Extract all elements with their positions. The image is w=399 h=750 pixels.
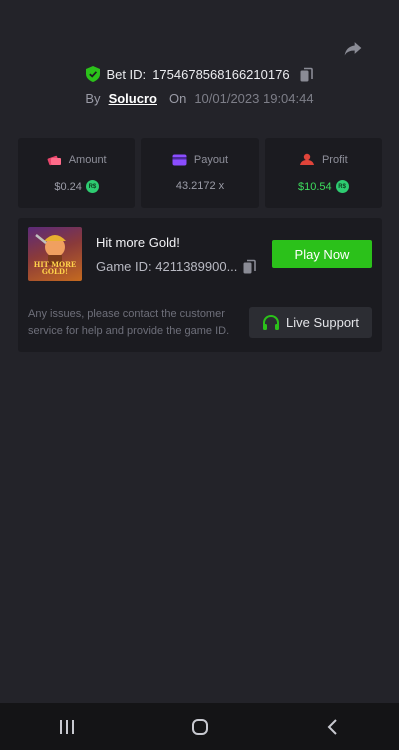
share-icon[interactable]: [342, 38, 364, 58]
recent-apps-button[interactable]: [47, 712, 87, 742]
profit-label: Profit: [321, 153, 348, 166]
back-button[interactable]: [313, 712, 353, 742]
by-label: By: [85, 91, 101, 106]
amount-stat: Amount $0.24 R$: [18, 138, 136, 208]
on-label: On: [168, 91, 187, 106]
copy-icon[interactable]: [300, 67, 313, 82]
bet-stats: Amount $0.24 R$ Payout 43.2172 x Profit: [18, 138, 382, 208]
live-support-label: Live Support: [286, 315, 359, 330]
currency-coin-icon: R$: [85, 180, 99, 193]
recent-apps-icon: [59, 719, 74, 734]
amount-label: Amount: [68, 153, 107, 166]
live-support-button[interactable]: Live Support: [249, 307, 372, 338]
bet-id-label: Bet ID:: [106, 66, 147, 82]
game-thumbnail-title: HIT MORE GOLD!: [33, 260, 77, 276]
system-nav-bar: [0, 703, 399, 750]
copy-icon[interactable]: [243, 259, 257, 274]
game-id-row: Game ID: 4211389900...: [96, 259, 257, 274]
amount-value: $0.24: [54, 180, 82, 193]
bet-id-row: Bet ID: 1754678568166210176: [0, 66, 399, 82]
support-notice: Any issues, please contact the customer …: [28, 308, 230, 337]
headset-icon: [263, 314, 279, 330]
payout-stat: Payout 43.2172 x: [141, 138, 259, 208]
bet-meta-row: By Solucro On 10/01/2023 19:04:44: [0, 91, 399, 106]
home-icon: [191, 718, 208, 735]
currency-coin-icon: R$: [335, 180, 349, 193]
shield-check-icon: [86, 66, 101, 82]
game-card: HIT MORE GOLD! Hit more Gold! Game ID: 4…: [18, 218, 382, 352]
username-link[interactable]: Solucro: [109, 91, 157, 106]
bet-id-value: 1754678568166210176: [152, 66, 290, 82]
profit-icon: [299, 153, 314, 165]
profit-stat: Profit $10.54 R$: [264, 138, 382, 208]
bet-datetime: 10/01/2023 19:04:44: [194, 91, 314, 106]
play-now-button[interactable]: Play Now: [272, 240, 372, 268]
game-thumbnail[interactable]: HIT MORE GOLD!: [28, 227, 82, 281]
amount-icon: [47, 155, 61, 166]
payout-label: Payout: [193, 154, 229, 166]
game-id: Game ID: 4211389900...: [96, 259, 238, 274]
game-title: Hit more Gold!: [96, 235, 180, 250]
payout-card-icon: [172, 154, 187, 166]
back-icon: [327, 718, 337, 735]
profit-value: $10.54: [297, 180, 332, 193]
payout-value: 43.2172 x: [175, 180, 225, 192]
home-button[interactable]: [180, 712, 220, 742]
